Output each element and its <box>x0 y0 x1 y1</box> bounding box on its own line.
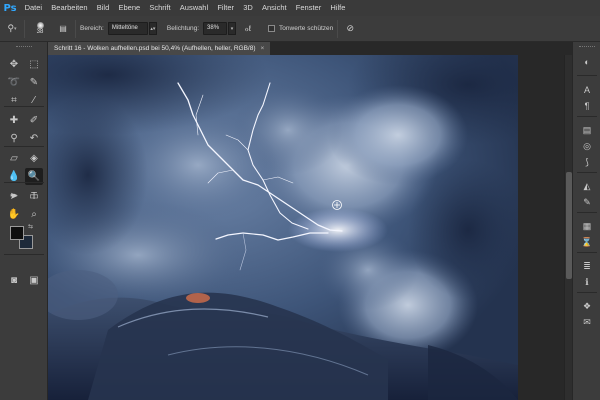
dock-separator <box>577 212 597 213</box>
brush-tip-icon <box>36 22 44 29</box>
styles-panel-icon[interactable]: ❖ <box>577 298 597 314</box>
brush-panel-icon: ▤ <box>59 24 67 33</box>
swatches-panel-icon[interactable]: ▦ <box>577 218 597 234</box>
canvas-area[interactable] <box>48 55 572 400</box>
history-brush-tool-icon[interactable]: ↶ <box>25 130 43 147</box>
exposure-label: Belichtung: <box>166 25 200 32</box>
lasso-tool-icon[interactable]: ➰ <box>5 74 23 91</box>
tools-separator <box>4 106 44 107</box>
swap-colors-icon[interactable]: ⇆ <box>28 223 33 230</box>
tools-separator <box>4 146 44 147</box>
document-image[interactable] <box>48 55 518 400</box>
color-panel-icon[interactable]: ◐ <box>577 54 597 70</box>
tools-separator <box>4 254 44 255</box>
pen-pressure-icon: ⊘ <box>346 23 354 33</box>
brush-panel-toggle[interactable]: ▤ <box>55 21 71 37</box>
menu-bild[interactable]: Bild <box>92 0 114 16</box>
dock-separator <box>577 116 597 117</box>
dock-separator <box>577 172 597 173</box>
photoshop-window: Ps Datei Bearbeiten Bild Ebene Schrift A… <box>0 0 600 400</box>
brush-size-picker[interactable]: 38 <box>29 20 51 38</box>
character-panel-icon[interactable]: A <box>577 82 597 98</box>
screen-mode-icon[interactable]: ▣ <box>25 272 43 289</box>
foreground-color-swatch[interactable] <box>10 226 24 240</box>
airbrush-icon: ℴℓ <box>244 24 252 33</box>
paint-bucket-tool-icon[interactable]: ◈ <box>25 150 43 167</box>
clone-stamp-tool-icon[interactable]: ⚲ <box>5 130 23 147</box>
menu-ansicht[interactable]: Ansicht <box>257 0 291 16</box>
close-icon[interactable]: × <box>261 42 265 55</box>
panel-grip[interactable] <box>16 46 32 49</box>
menu-auswahl[interactable]: Auswahl <box>175 0 213 16</box>
dock-separator <box>577 75 597 76</box>
history-panel-icon[interactable]: ⌛ <box>577 234 597 250</box>
exposure-slider-toggle[interactable]: ▾ <box>228 22 237 35</box>
dodge-tool-preset-icon: ⚲ <box>7 23 15 33</box>
protect-tones-label: Tonwerte schützen <box>279 25 334 32</box>
channels-panel-icon[interactable]: ◎ <box>577 138 597 154</box>
menu-datei[interactable]: Datei <box>20 0 47 16</box>
dock-separator <box>577 252 597 253</box>
range-value[interactable]: Mitteltöne <box>107 22 148 35</box>
rectangle-tool-icon[interactable]: ▭ <box>25 188 43 205</box>
storm-clouds-image <box>48 55 518 400</box>
menu-filter[interactable]: Filter <box>213 0 239 16</box>
range-label: Bereich: <box>80 25 104 32</box>
menu-bar: Ps Datei Bearbeiten Bild Ebene Schrift A… <box>0 0 600 16</box>
document-tab-bar: Schritt 16 - Wolken aufhellen.psd bei 50… <box>48 42 572 55</box>
quick-mask-icon[interactable]: ◙ <box>5 272 23 289</box>
airbrush-toggle[interactable]: ℴℓ <box>240 21 256 37</box>
menu-schrift[interactable]: Schrift <box>145 0 175 16</box>
menu-fenster[interactable]: Fenster <box>291 0 326 16</box>
info-panel-icon[interactable]: ℹ <box>577 274 597 290</box>
document-tab[interactable]: Schritt 16 - Wolken aufhellen.psd bei 50… <box>48 42 271 55</box>
chevron-down-icon: ▾ <box>14 25 17 32</box>
panel-grip[interactable] <box>579 46 595 49</box>
zoom-tool-icon[interactable]: ⌕ <box>25 206 43 223</box>
menu-hilfe[interactable]: Hilfe <box>326 0 350 16</box>
tools-separator <box>4 182 44 183</box>
menu-bearbeiten[interactable]: Bearbeiten <box>47 0 92 16</box>
range-select[interactable]: Mitteltöne ▴▾ <box>107 22 157 35</box>
paths-panel-icon[interactable]: ⟆ <box>577 154 597 170</box>
app-logo: Ps <box>3 2 17 14</box>
menu-ebene[interactable]: Ebene <box>114 0 145 16</box>
vertical-scrollbar[interactable] <box>564 55 572 400</box>
path-selection-tool-icon[interactable]: ➤ <box>5 188 23 205</box>
menu-3d[interactable]: 3D <box>239 0 258 16</box>
options-bar: ⚲ ▾ 38 ▤ Bereich: Mitteltöne ▴▾ Belichtu… <box>0 16 600 42</box>
options-separator <box>24 19 25 38</box>
brush-tool-icon[interactable]: ✐ <box>25 112 43 129</box>
tool-preset-picker[interactable]: ⚲ ▾ <box>4 21 20 37</box>
document-tab-title: Schritt 16 - Wolken aufhellen.psd bei 50… <box>54 45 256 52</box>
brush-size-value: 38 <box>36 29 44 35</box>
hand-tool-icon[interactable]: ✋ <box>5 206 23 223</box>
eraser-tool-icon[interactable]: ▱ <box>5 150 23 167</box>
exposure-input[interactable]: 38% <box>203 22 228 35</box>
options-separator <box>337 19 339 38</box>
options-separator <box>75 19 76 38</box>
adjustments-panel-icon[interactable]: ◭ <box>577 178 597 194</box>
panel-dock: ◐ A ¶ ▤ ◎ ⟆ ◭ ✎ ▦ ⌛ ≣ ℹ ❖ ✉ <box>572 42 600 400</box>
healing-brush-tool-icon[interactable]: ✚ <box>5 112 23 129</box>
quick-selection-tool-icon[interactable]: ✎ <box>25 74 43 91</box>
tools-panel: ✥ ⬚ ➰ ✎ ⌗ ⁄ ✚ ✐ ⚲ ↶ ▱ ◈ 💧 🔍 ✒ T ➤ ▭ ✋ ⌕ ◙ ▣ ⇆ <box>0 42 48 400</box>
dock-separator <box>577 292 597 293</box>
properties-panel-icon[interactable]: ≣ <box>577 258 597 274</box>
notes-panel-icon[interactable]: ✉ <box>577 314 597 330</box>
layers-panel-icon[interactable]: ▤ <box>577 122 597 138</box>
chevron-down-icon[interactable]: ▴▾ <box>148 22 157 35</box>
protect-tones-checkbox[interactable] <box>268 25 276 32</box>
marquee-tool-icon[interactable]: ⬚ <box>25 56 43 73</box>
pressure-size-toggle[interactable]: ⊘ <box>342 21 358 37</box>
move-tool-icon[interactable]: ✥ <box>5 56 23 73</box>
brush-presets-panel-icon[interactable]: ✎ <box>577 194 597 210</box>
exposure-field[interactable]: 38% ▾ <box>203 22 237 35</box>
paragraph-panel-icon[interactable]: ¶ <box>577 98 597 114</box>
